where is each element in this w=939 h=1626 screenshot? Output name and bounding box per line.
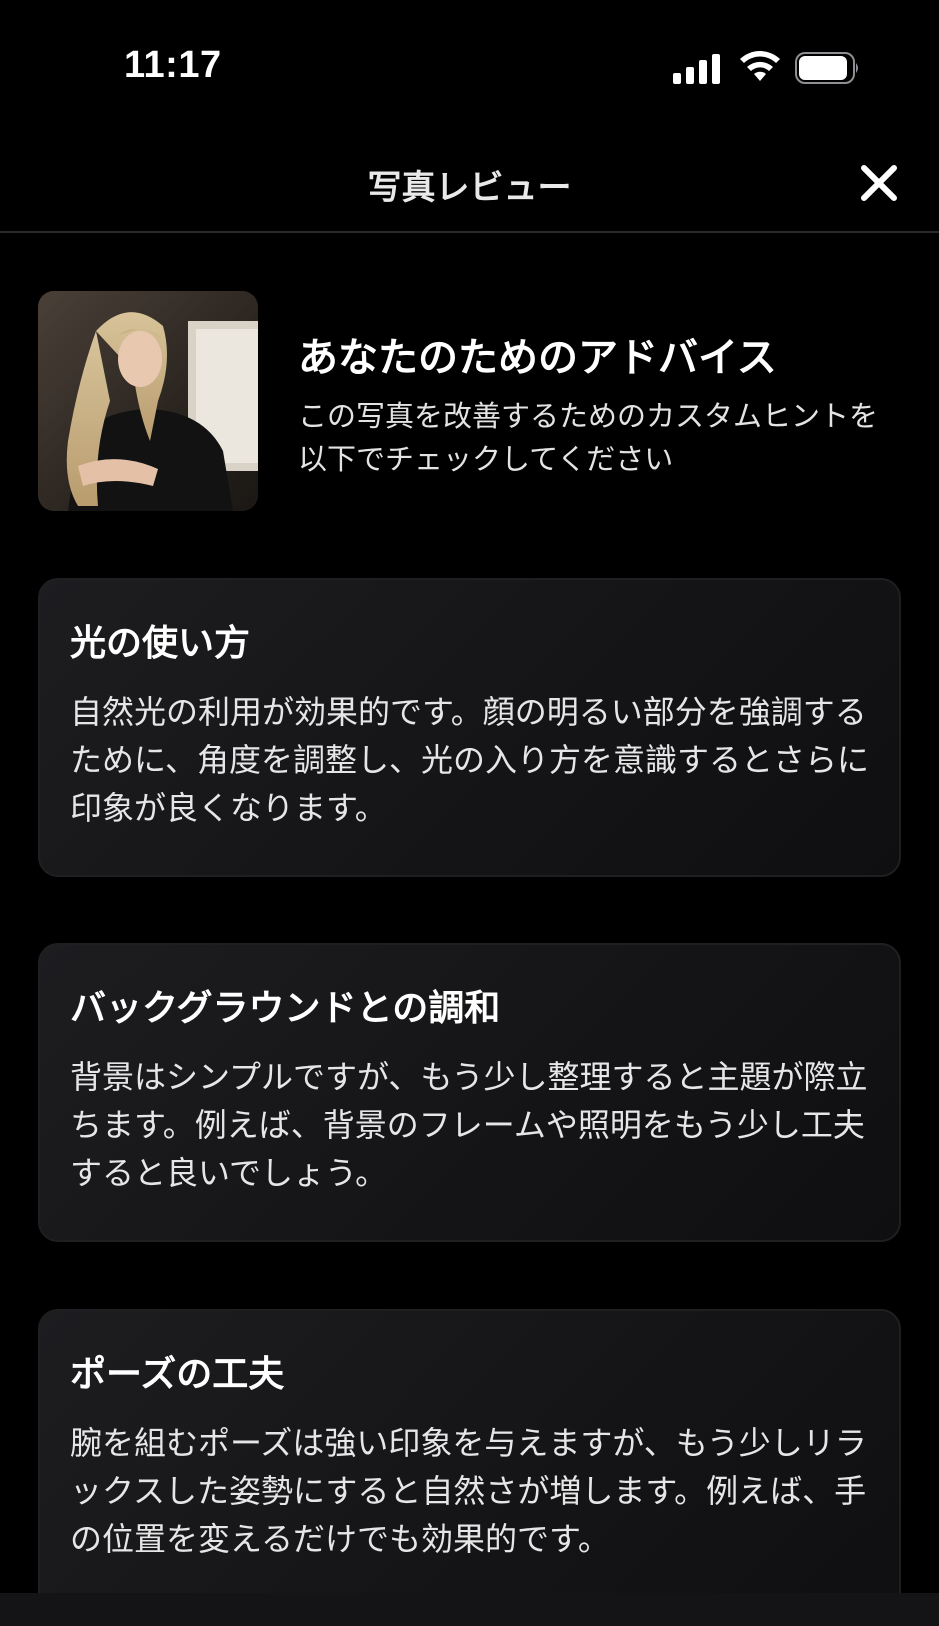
tip-card-body: 腕を組むポーズは強い印象を与えますが、もう少しリラックスした姿勢にすると自然さが… — [70, 1424, 867, 1558]
close-button[interactable] — [856, 160, 902, 206]
intro-subtitle: この写真を改善するためのカスタムヒントを以下でチェックしてください — [298, 399, 879, 476]
photo-thumbnail[interactable] — [38, 291, 258, 511]
status-time: 11:17 — [124, 44, 222, 86]
tip-card-title: 光の使い方 — [70, 623, 251, 664]
bottom-fade-bar — [0, 1593, 939, 1626]
tip-card-lighting: 光の使い方 自然光の利用が効果的です。顔の明るい部分を強調するために、角度を調整… — [38, 578, 901, 877]
cellular-signal-icon — [673, 54, 720, 84]
battery-icon — [795, 52, 858, 84]
page-title: 写真レビュー — [367, 168, 572, 208]
close-icon — [861, 165, 897, 201]
tip-card-body: 背景はシンプルですが、もう少し整理すると主題が際立ちます。例えば、背景のフレーム… — [70, 1058, 868, 1192]
tip-card-body: 自然光の利用が効果的です。顔の明るい部分を強調するために、角度を調整し、光の入り… — [70, 693, 870, 827]
portrait-photo — [38, 291, 258, 511]
tip-card-pose: ポーズの工夫 腕を組むポーズは強い印象を与えますが、もう少しリラックスした姿勢に… — [38, 1309, 901, 1626]
intro-title: あなたのためのアドバイス — [298, 335, 777, 381]
tip-card-background: バックグラウンドとの調和 背景はシンプルですが、もう少し整理すると主題が際立ちま… — [38, 943, 901, 1242]
wifi-icon — [740, 51, 780, 81]
header: 写真レビュー — [0, 140, 939, 233]
tip-card-title: ポーズの工夫 — [70, 1354, 285, 1395]
tip-card-title: バックグラウンドとの調和 — [70, 988, 501, 1029]
advice-intro: あなたのためのアドバイス この写真を改善するためのカスタムヒントを以下でチェック… — [38, 291, 908, 511]
photo-review-screen: 11:17 写真レビュー あなたのためのアドバイス この写真を改善するためのカス… — [0, 0, 939, 1626]
status-bar: 11:17 — [0, 0, 939, 140]
